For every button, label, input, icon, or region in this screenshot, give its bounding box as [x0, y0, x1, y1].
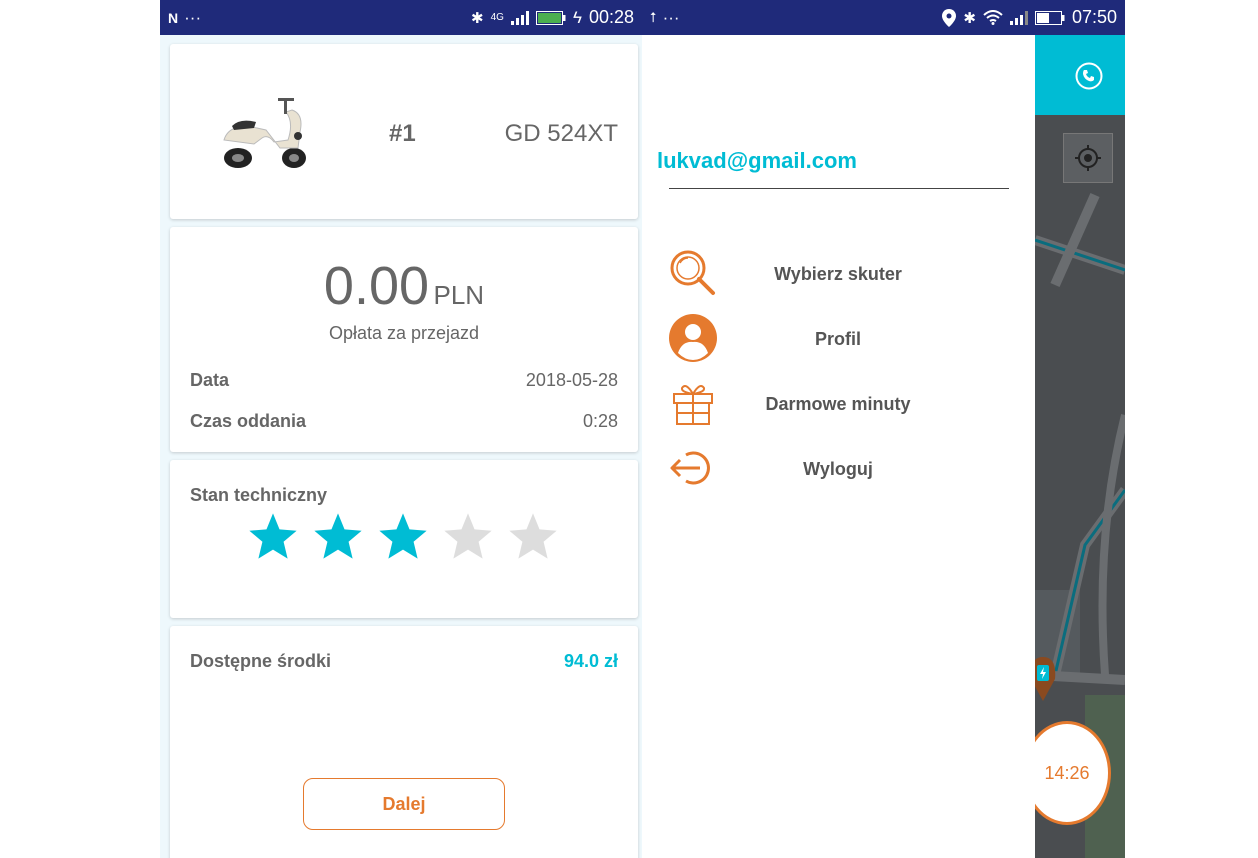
- status-dots: ···: [184, 7, 202, 27]
- menu-screen: ⭡ ··· ✱ 07:50 14:26 lukvad@gmail.com Wyb…: [642, 0, 1125, 858]
- menu-label-logout: Wyloguj: [803, 458, 873, 479]
- license-plate: GD 524XT: [504, 120, 618, 147]
- technical-state-card: Stan techniczny: [170, 460, 638, 618]
- phone-icon[interactable]: [1075, 62, 1103, 90]
- star-empty-icon[interactable]: [441, 510, 495, 564]
- return-time-value: 0:28: [582, 411, 618, 431]
- ride-summary-screen: N ··· ✱ 4G ϟ 00:28 #1 GD 524XT 0.00 PLN …: [160, 0, 642, 858]
- fee-currency: PLN: [433, 280, 485, 310]
- status-time: 00:28: [588, 7, 634, 27]
- status-time: 07:50: [1071, 7, 1117, 27]
- return-time-row: Czas oddania 0:28: [190, 411, 618, 432]
- menu-label-select-scooter: Wybierz skuter: [774, 263, 902, 284]
- date-row: Data 2018-05-28: [190, 370, 618, 391]
- status-bar: ⭡ ··· ✱ 07:50: [642, 0, 1125, 35]
- nfc-icon: N: [168, 9, 179, 26]
- star-empty-icon[interactable]: [506, 510, 560, 564]
- charging-icon: ϟ: [572, 7, 582, 27]
- funds-card: Dostępne środki 94.0 zł Dalej: [170, 626, 638, 858]
- crosshair-icon: [1075, 145, 1101, 171]
- timer-text: 14:26: [1044, 762, 1090, 783]
- funds-label: Dostępne środki: [190, 651, 332, 671]
- battery-icon: [1034, 10, 1065, 25]
- star-filled-icon[interactable]: [376, 510, 430, 564]
- signal-icon: [1009, 10, 1028, 25]
- location-icon: [942, 8, 957, 27]
- battery-icon: [535, 10, 566, 25]
- wifi-icon: [983, 10, 1003, 25]
- technical-state-label: Stan techniczny: [190, 485, 328, 505]
- fee-label: Opłata za przejazd: [328, 323, 480, 343]
- date-label: Data: [190, 370, 230, 390]
- network-type: 4G: [490, 12, 504, 23]
- scooter-image: [223, 98, 306, 168]
- return-time-label: Czas oddania: [190, 411, 307, 431]
- menu-label-free-minutes: Darmowe minuty: [765, 393, 911, 414]
- fee-amount: 0.00: [323, 256, 430, 316]
- funds-row: Dostępne środki 94.0 zł: [190, 651, 618, 672]
- scooter-marker-icon[interactable]: [1035, 655, 1057, 701]
- bluetooth-icon: ✱: [471, 9, 484, 27]
- map-view[interactable]: 14:26: [1035, 35, 1125, 858]
- status-dots: ···: [662, 7, 680, 27]
- funds-value: 94.0 zł: [563, 651, 618, 671]
- status-bar: N ··· ✱ 4G ϟ 00:28: [160, 0, 642, 35]
- menu-item-free-minutes[interactable]: Darmowe minuty: [668, 378, 1008, 430]
- star-filled-icon[interactable]: [311, 510, 365, 564]
- user-email: lukvad@gmail.com: [657, 148, 857, 173]
- menu-item-select-scooter[interactable]: Wybierz skuter: [668, 248, 1008, 300]
- scooter-card: #1 GD 524XT: [170, 44, 638, 219]
- signal-icon: [510, 10, 529, 25]
- menu-item-profile[interactable]: Profil: [668, 313, 1008, 365]
- star-rating[interactable]: [246, 510, 560, 564]
- menu-item-logout[interactable]: Wyloguj: [668, 443, 1008, 495]
- menu-label-profile: Profil: [814, 328, 861, 349]
- scooter-number: #1: [389, 120, 416, 147]
- fee-amount-row: 0.00 PLN: [170, 255, 638, 317]
- next-button[interactable]: Dalej: [303, 778, 505, 830]
- email-divider: [669, 188, 1009, 189]
- upload-icon: ⭡: [650, 9, 657, 25]
- locate-button[interactable]: [1063, 133, 1113, 183]
- navigation-drawer: lukvad@gmail.com Wybierz skuter Profil D…: [642, 35, 1035, 858]
- fee-card: 0.00 PLN Opłata za przejazd Data 2018-05…: [170, 227, 638, 452]
- date-value: 2018-05-28: [525, 370, 618, 390]
- bluetooth-icon: ✱: [963, 9, 976, 27]
- star-filled-icon[interactable]: [246, 510, 300, 564]
